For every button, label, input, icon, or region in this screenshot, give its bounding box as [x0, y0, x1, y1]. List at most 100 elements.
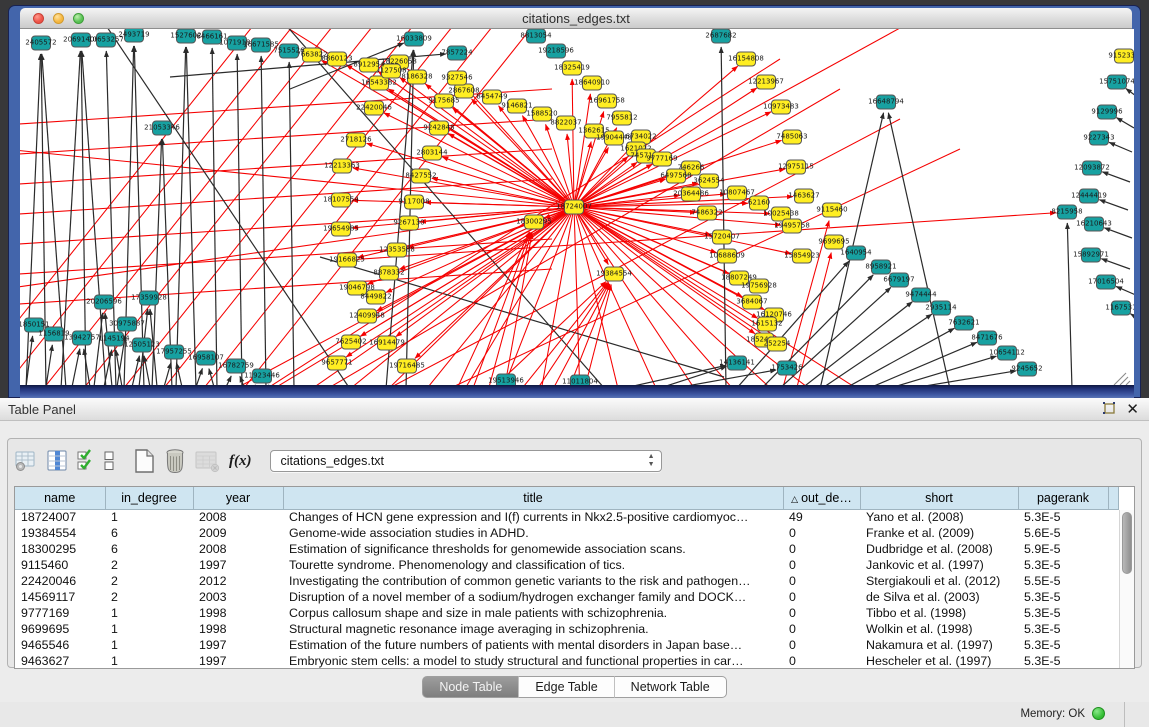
- column-header-name[interactable]: name: [15, 487, 105, 509]
- table-cell[interactable]: 5.3E-5: [1018, 637, 1108, 653]
- table-cell[interactable]: 2: [105, 573, 193, 589]
- table-cell[interactable]: 2008: [193, 541, 283, 557]
- table-cell[interactable]: 0: [783, 653, 860, 669]
- table-cell[interactable]: 9699695: [15, 621, 105, 637]
- window-titlebar[interactable]: citations_edges.txt: [20, 8, 1132, 29]
- table-cell[interactable]: 2012: [193, 573, 283, 589]
- table-row[interactable]: 2242004622012Investigating the contribut…: [15, 573, 1119, 589]
- table-cell[interactable]: Genome-wide association studies in ADHD.: [283, 525, 783, 541]
- select-rows-button[interactable]: [76, 449, 96, 473]
- network-view[interactable]: 1872400718300295193845548822037158852091…: [20, 29, 1134, 385]
- table-cell[interactable]: 1997: [193, 637, 283, 653]
- table-row[interactable]: 1872400712008Changes of HCN gene express…: [15, 509, 1119, 525]
- column-header-year[interactable]: year: [193, 487, 283, 509]
- table-cell[interactable]: 1: [105, 637, 193, 653]
- table-cell[interactable]: 5.3E-5: [1018, 509, 1108, 525]
- table-cell[interactable]: 0: [783, 637, 860, 653]
- table-cell[interactable]: 5.3E-5: [1018, 653, 1108, 669]
- column-header-short[interactable]: short: [860, 487, 1018, 509]
- table-cell[interactable]: 5.3E-5: [1018, 557, 1108, 573]
- table-cell[interactable]: Tibbo et al. (1998): [860, 605, 1018, 621]
- table-row[interactable]: 946362711997Embryonic stem cells: a mode…: [15, 653, 1119, 669]
- delete-column-button[interactable]: [163, 448, 187, 474]
- table-row[interactable]: 969969511998Structural magnetic resonanc…: [15, 621, 1119, 637]
- table-cell[interactable]: Embryonic stem cells: a model to study s…: [283, 653, 783, 669]
- table-vertical-scrollbar[interactable]: [1119, 510, 1134, 668]
- table-cell[interactable]: 6: [105, 541, 193, 557]
- table-cell[interactable]: 0: [783, 573, 860, 589]
- table-cell[interactable]: Jankovic et al. (1997): [860, 557, 1018, 573]
- table-row[interactable]: 1938455462009Genome-wide association stu…: [15, 525, 1119, 541]
- tab-edge-table[interactable]: Edge Table: [518, 676, 613, 698]
- table-cell[interactable]: 0: [783, 525, 860, 541]
- column-header-title[interactable]: title: [283, 487, 783, 509]
- table-cell[interactable]: Nakamura et al. (1997): [860, 637, 1018, 653]
- table-cell[interactable]: Changes of HCN gene expression and I(f) …: [283, 509, 783, 525]
- table-cell[interactable]: Disruption of a novel member of a sodium…: [283, 589, 783, 605]
- table-cell[interactable]: 0: [783, 605, 860, 621]
- table-cell[interactable]: 5.3E-5: [1018, 621, 1108, 637]
- table-cell[interactable]: Franke et al. (2009): [860, 525, 1018, 541]
- table-cell[interactable]: 2003: [193, 589, 283, 605]
- table-cell[interactable]: 1998: [193, 621, 283, 637]
- table-cell[interactable]: 0: [783, 589, 860, 605]
- table-cell[interactable]: 2: [105, 557, 193, 573]
- show-column-button[interactable]: [45, 449, 69, 473]
- table-cell[interactable]: 0: [783, 557, 860, 573]
- table-cell[interactable]: 5.3E-5: [1018, 589, 1108, 605]
- table-cell[interactable]: Estimation of the future numbers of pati…: [283, 637, 783, 653]
- table-cell[interactable]: Hescheler et al. (1997): [860, 653, 1018, 669]
- table-cell[interactable]: 18300295: [15, 541, 105, 557]
- table-cell[interactable]: 5.9E-5: [1018, 541, 1108, 557]
- table-cell[interactable]: 5.6E-5: [1018, 525, 1108, 541]
- network-canvas[interactable]: 1872400718300295193845548822037158852091…: [20, 29, 1134, 385]
- table-cell[interactable]: 9115460: [15, 557, 105, 573]
- function-builder-button[interactable]: f(x): [229, 453, 252, 470]
- table-cell[interactable]: Yano et al. (2008): [860, 509, 1018, 525]
- deselect-rows-button[interactable]: [103, 449, 115, 473]
- table-cell[interactable]: 2008: [193, 509, 283, 525]
- table-cell[interactable]: 0: [783, 621, 860, 637]
- table-cell[interactable]: 1: [105, 605, 193, 621]
- column-settings-button[interactable]: [14, 449, 38, 473]
- table-cell[interactable]: 2009: [193, 525, 283, 541]
- table-row[interactable]: 1830029562008Estimation of significance …: [15, 541, 1119, 557]
- table-row[interactable]: 911546021997Tourette syndrome. Phenomeno…: [15, 557, 1119, 573]
- table-cell[interactable]: Estimation of significance thresholds fo…: [283, 541, 783, 557]
- table-cell[interactable]: 22420046: [15, 573, 105, 589]
- table-cell[interactable]: 14569117: [15, 589, 105, 605]
- table-cell[interactable]: 9465546: [15, 637, 105, 653]
- table-cell[interactable]: 1: [105, 509, 193, 525]
- table-cell[interactable]: Investigating the contribution of common…: [283, 573, 783, 589]
- column-header-out-de-[interactable]: △out_de…: [783, 487, 860, 509]
- table-cell[interactable]: 19384554: [15, 525, 105, 541]
- tab-node-table[interactable]: Node Table: [422, 676, 518, 698]
- table-cell[interactable]: Stergiakouli et al. (2012): [860, 573, 1018, 589]
- table-cell[interactable]: Tourette syndrome. Phenomenology and cla…: [283, 557, 783, 573]
- close-panel-icon[interactable]: ✕: [1126, 402, 1139, 418]
- table-cell[interactable]: de Silva et al. (2003): [860, 589, 1018, 605]
- table-row[interactable]: 1456911722003Disruption of a novel membe…: [15, 589, 1119, 605]
- table-row[interactable]: 946554611997Estimation of the future num…: [15, 637, 1119, 653]
- float-panel-icon[interactable]: [1102, 401, 1116, 418]
- table-cell[interactable]: 1997: [193, 653, 283, 669]
- table-selector[interactable]: citations_edges.txt ▲▼: [270, 450, 662, 472]
- table-cell[interactable]: 6: [105, 525, 193, 541]
- table-row[interactable]: 977716911998Corpus callosum shape and si…: [15, 605, 1119, 621]
- create-column-button[interactable]: [132, 448, 156, 474]
- table-cell[interactable]: 2: [105, 589, 193, 605]
- table-cell[interactable]: 1: [105, 653, 193, 669]
- table-cell[interactable]: 9777169: [15, 605, 105, 621]
- table-cell[interactable]: 1998: [193, 605, 283, 621]
- table-cell[interactable]: 5.3E-5: [1018, 605, 1108, 621]
- table-cell[interactable]: Structural magnetic resonance image aver…: [283, 621, 783, 637]
- table-cell[interactable]: 1: [105, 621, 193, 637]
- table-cell[interactable]: 0: [783, 541, 860, 557]
- table-cell[interactable]: 1997: [193, 557, 283, 573]
- table-cell[interactable]: 5.5E-5: [1018, 573, 1108, 589]
- column-header-in-degree[interactable]: in_degree: [105, 487, 193, 509]
- table-cell[interactable]: Corpus callosum shape and size in male p…: [283, 605, 783, 621]
- scrollbar-thumb[interactable]: [1122, 512, 1132, 574]
- table-cell[interactable]: 9463627: [15, 653, 105, 669]
- table-cell[interactable]: Wolkin et al. (1998): [860, 621, 1018, 637]
